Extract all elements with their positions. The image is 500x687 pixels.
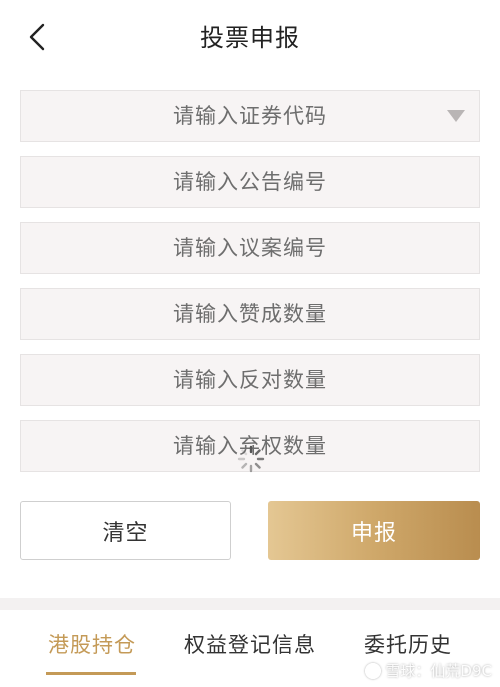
- clear-button[interactable]: 清空: [20, 501, 231, 560]
- oppose-qty-field[interactable]: [20, 354, 480, 406]
- watermark: 雪球：仙荒D9C: [365, 660, 492, 681]
- tab-hk-holdings[interactable]: 港股持仓: [48, 629, 136, 659]
- approve-qty-field[interactable]: [20, 288, 480, 340]
- dropdown-arrow-icon[interactable]: [447, 110, 465, 122]
- nav-bar: 投票申报: [0, 0, 500, 72]
- active-tab-indicator: [46, 672, 136, 675]
- approve-qty-input[interactable]: [21, 289, 479, 339]
- loading-spinner-icon: [237, 445, 265, 473]
- proposal-no-field[interactable]: [20, 222, 480, 274]
- security-code-input[interactable]: [21, 91, 479, 141]
- announcement-no-field[interactable]: [20, 156, 480, 208]
- submit-button[interactable]: 申报: [268, 501, 480, 560]
- tab-entitlement-info[interactable]: 权益登记信息: [184, 629, 316, 659]
- watermark-text: 雪球：仙荒D9C: [385, 662, 492, 680]
- section-divider: [0, 598, 500, 610]
- tab-order-history[interactable]: 委托历史: [364, 629, 452, 659]
- snowball-logo-icon: [365, 662, 382, 679]
- oppose-qty-input[interactable]: [21, 355, 479, 405]
- announcement-no-input[interactable]: [21, 157, 479, 207]
- page-title: 投票申报: [200, 24, 300, 52]
- security-code-select[interactable]: [20, 90, 480, 142]
- proposal-no-input[interactable]: [21, 223, 479, 273]
